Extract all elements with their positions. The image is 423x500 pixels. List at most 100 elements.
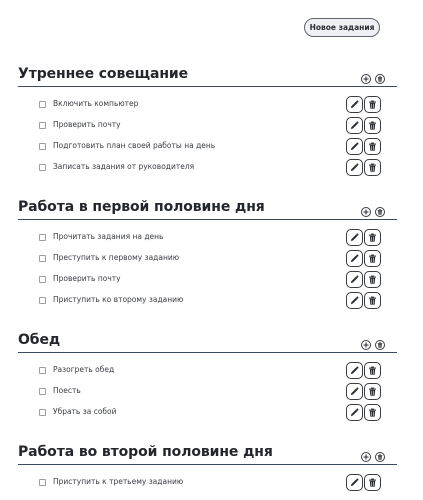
trash-icon [377, 209, 383, 215]
add-item-button[interactable] [361, 340, 371, 350]
task-label: Разогреть обед [53, 365, 115, 374]
task-section: Работа в первой половине дня Прочитать за… [0, 199, 423, 313]
task-label: Записать задания от руководителя [53, 162, 195, 171]
task-item: Разогреть обед [0, 362, 423, 383]
task-section: Работа во второй половине дня Приступить … [0, 444, 423, 495]
task-label: Подготовить план своей работы на день [53, 141, 216, 150]
edit-task-button[interactable] [346, 362, 363, 379]
delete-task-button[interactable] [364, 229, 381, 246]
task-checkbox[interactable] [39, 122, 46, 129]
edit-task-button[interactable] [346, 138, 363, 155]
task-label: Включить компьютер [53, 99, 139, 108]
delete-section-button[interactable] [375, 340, 385, 350]
trash-icon [368, 275, 377, 284]
section-title: Работа в первой половине дня [18, 199, 265, 215]
trash-icon [368, 121, 377, 130]
edit-task-button[interactable] [346, 383, 363, 400]
task-item: Проверить почту [0, 117, 423, 138]
delete-section-button[interactable] [375, 74, 385, 84]
task-item: Прочитать задания на день [0, 229, 423, 250]
task-checkbox[interactable] [39, 234, 46, 241]
edit-task-button[interactable] [346, 96, 363, 113]
pencil-icon [350, 478, 359, 487]
edit-task-button[interactable] [346, 474, 363, 491]
section-header: Обед [0, 332, 423, 354]
task-checkbox[interactable] [39, 164, 46, 171]
task-checkbox[interactable] [39, 367, 46, 374]
edit-task-button[interactable] [346, 159, 363, 176]
pencil-icon [350, 254, 359, 263]
delete-task-button[interactable] [364, 362, 381, 379]
task-item: Проверить почту [0, 271, 423, 292]
delete-task-button[interactable] [364, 383, 381, 400]
pencil-icon [350, 408, 359, 417]
task-section: Обед Разогреть обед Поесть Убрать за собой [0, 332, 423, 425]
task-list: Разогреть обед Поесть Убрать за собой [0, 362, 423, 425]
trash-icon [368, 233, 377, 242]
delete-section-button[interactable] [375, 207, 385, 217]
edit-task-button[interactable] [346, 292, 363, 309]
delete-task-button[interactable] [364, 271, 381, 288]
section-divider [18, 219, 397, 220]
task-label: Поесть [53, 386, 81, 395]
delete-section-button[interactable] [375, 452, 385, 462]
new-task-button[interactable]: Новое задания [304, 18, 380, 37]
delete-task-button[interactable] [364, 474, 381, 491]
pencil-icon [350, 296, 359, 305]
task-checkbox[interactable] [39, 143, 46, 150]
add-item-button[interactable] [361, 74, 371, 84]
section-divider [18, 464, 397, 465]
task-checkbox[interactable] [39, 255, 46, 262]
pencil-icon [350, 142, 359, 151]
task-checkbox[interactable] [39, 297, 46, 304]
task-item: Записать задания от руководителя [0, 159, 423, 180]
edit-task-button[interactable] [346, 117, 363, 134]
trash-icon [377, 454, 383, 460]
task-checkbox[interactable] [39, 276, 46, 283]
task-item: Включить компьютер [0, 96, 423, 117]
task-item: Подготовить план своей работы на день [0, 138, 423, 159]
task-checkbox[interactable] [39, 388, 46, 395]
task-label: Прочитать задания на день [53, 232, 164, 241]
pencil-icon [350, 387, 359, 396]
delete-task-button[interactable] [364, 159, 381, 176]
delete-task-button[interactable] [364, 250, 381, 267]
add-item-button[interactable] [361, 452, 371, 462]
task-item: Приступить к третьему заданию [0, 474, 423, 495]
trash-icon [368, 387, 377, 396]
delete-task-button[interactable] [364, 117, 381, 134]
edit-task-button[interactable] [346, 404, 363, 421]
task-list: Включить компьютер Проверить почту Подгото… [0, 96, 423, 180]
trash-icon [368, 142, 377, 151]
trash-icon [368, 254, 377, 263]
task-list: Приступить к третьему заданию [0, 474, 423, 495]
section-header: Утреннее совещание [0, 66, 423, 88]
section-title: Работа во второй половине дня [18, 444, 273, 460]
add-item-button[interactable] [361, 207, 371, 217]
section-divider [18, 352, 397, 353]
plus-icon [363, 76, 369, 82]
trash-icon [368, 100, 377, 109]
task-checkbox[interactable] [39, 479, 46, 486]
pencil-icon [350, 163, 359, 172]
task-label: Проверить почту [53, 120, 121, 129]
edit-task-button[interactable] [346, 271, 363, 288]
task-checkbox[interactable] [39, 101, 46, 108]
delete-task-button[interactable] [364, 96, 381, 113]
plus-icon [363, 454, 369, 460]
task-checkbox[interactable] [39, 409, 46, 416]
plus-icon [363, 209, 369, 215]
pencil-icon [350, 275, 359, 284]
pencil-icon [350, 366, 359, 375]
edit-task-button[interactable] [346, 229, 363, 246]
trash-icon [377, 342, 383, 348]
pencil-icon [350, 121, 359, 130]
edit-task-button[interactable] [346, 250, 363, 267]
task-item: Убрать за собой [0, 404, 423, 425]
delete-task-button[interactable] [364, 292, 381, 309]
delete-task-button[interactable] [364, 138, 381, 155]
task-label: Преступить к первому заданию [53, 253, 180, 262]
delete-task-button[interactable] [364, 404, 381, 421]
trash-icon [368, 408, 377, 417]
task-label: Приступить к третьему заданию [53, 477, 184, 486]
